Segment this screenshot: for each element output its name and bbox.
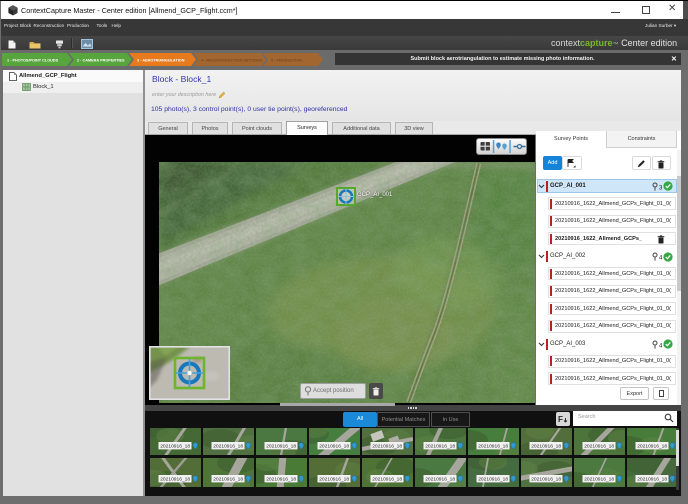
svg-text:20210916_18: 20210916_18: [584, 477, 614, 483]
svg-text:20210916_18: 20210916_18: [266, 444, 296, 450]
svg-text:20210916_18: 20210916_18: [266, 477, 296, 483]
svg-text:20210916_18: 20210916_18: [584, 444, 614, 450]
svg-text:20210916_18: 20210916_18: [160, 444, 190, 450]
svg-text:20210916_18: 20210916_18: [213, 477, 243, 483]
svg-text:1 - PHOTOS/POINT CLOUDS: 1 - PHOTOS/POINT CLOUDS: [7, 59, 59, 63]
svg-text:20210916_18: 20210916_18: [372, 477, 402, 483]
svg-text:5 - PRODUCTION: 5 - PRODUCTION: [271, 59, 302, 63]
svg-text:20210916_18: 20210916_18: [478, 444, 508, 450]
svg-text:20210916_18: 20210916_18: [478, 477, 508, 483]
svg-text:20210916_18: 20210916_18: [319, 477, 349, 483]
svg-text:3 - AEROTRIANGULATION: 3 - AEROTRIANGULATION: [137, 59, 185, 63]
svg-text:20210916_18: 20210916_18: [160, 477, 190, 483]
svg-text:2 - CAMERA PROPERTIES: 2 - CAMERA PROPERTIES: [77, 59, 125, 63]
svg-text:F: F: [558, 415, 563, 424]
svg-text:20210916_18: 20210916_18: [425, 477, 455, 483]
svg-text:20210916_18: 20210916_18: [531, 477, 561, 483]
svg-text:20210916_18: 20210916_18: [531, 444, 561, 450]
svg-text:20210916_18: 20210916_18: [319, 444, 349, 450]
svg-text:20210916_18: 20210916_18: [637, 477, 667, 483]
svg-text:20210916_18: 20210916_18: [425, 444, 455, 450]
svg-text:20210916_18: 20210916_18: [637, 444, 667, 450]
svg-text:20210916_18: 20210916_18: [213, 444, 243, 450]
svg-text:20210916_18: 20210916_18: [372, 444, 402, 450]
svg-text:4 - RECONSTRUCTION SETTINGS: 4 - RECONSTRUCTION SETTINGS: [201, 59, 263, 63]
